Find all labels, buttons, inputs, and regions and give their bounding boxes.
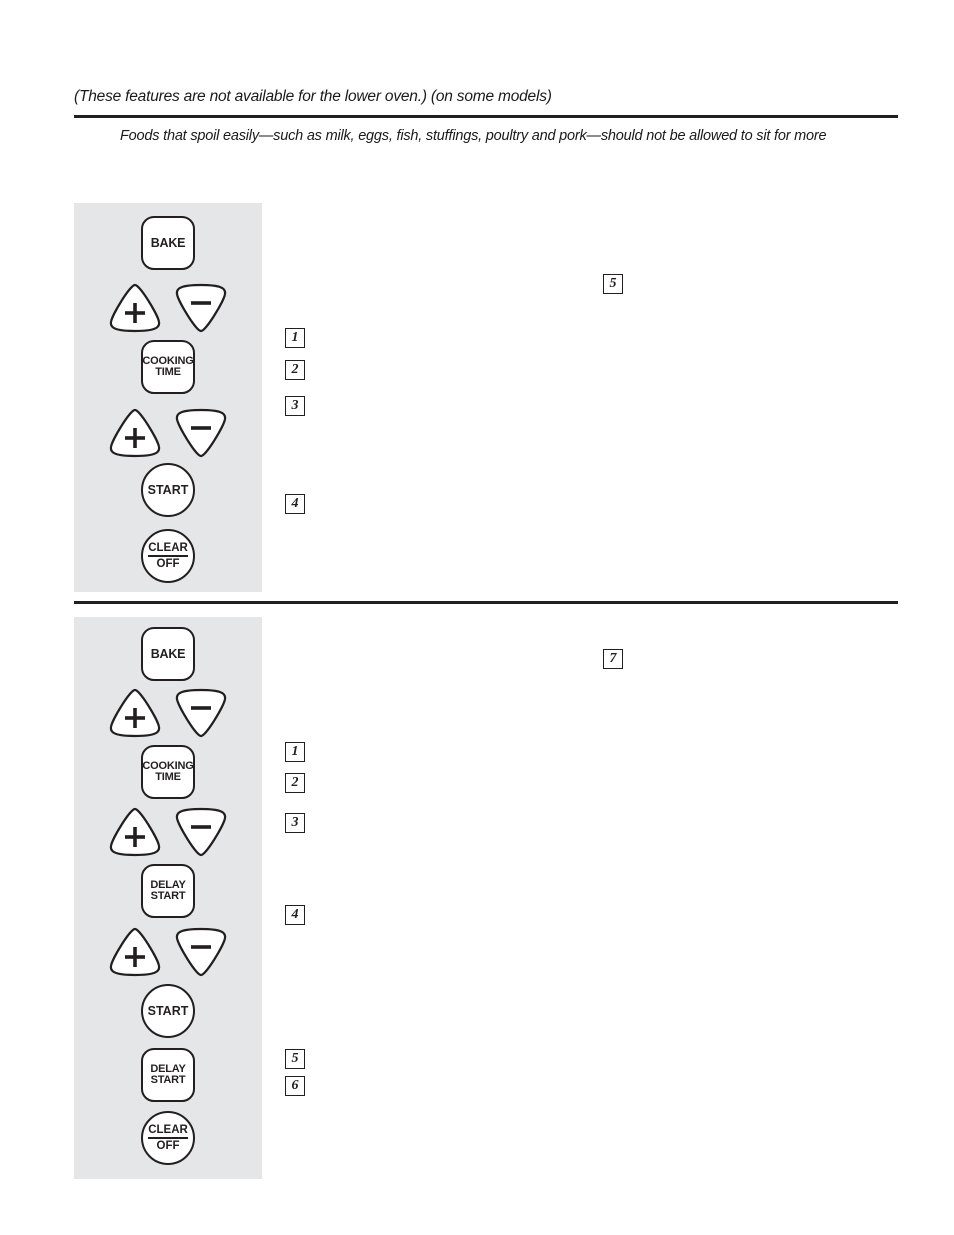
clear-off-key[interactable]: CLEAR OFF bbox=[141, 529, 195, 583]
delay-start-key-2-label: DELAY START bbox=[150, 1062, 186, 1086]
start-key-label: START bbox=[147, 1003, 189, 1018]
bake-key-label: BAKE bbox=[150, 646, 186, 661]
step-marker-6: 6 bbox=[285, 1076, 305, 1096]
delay-start-key-label: DELAY START bbox=[150, 878, 186, 902]
intro-paragraph: Foods that spoil easily—such as milk, eg… bbox=[120, 128, 827, 144]
plus-key-time[interactable] bbox=[107, 407, 163, 459]
step-marker-3: 3 bbox=[285, 813, 305, 833]
step-marker-3: 3 bbox=[285, 396, 305, 416]
plus-key-temp[interactable] bbox=[107, 282, 163, 334]
plus-key-time[interactable] bbox=[107, 806, 163, 858]
bake-key[interactable]: BAKE bbox=[141, 216, 195, 270]
step-marker-2: 2 bbox=[285, 773, 305, 793]
section-divider bbox=[74, 601, 898, 604]
start-key[interactable]: START bbox=[141, 463, 195, 517]
header-divider bbox=[74, 115, 898, 118]
start-key[interactable]: START bbox=[141, 984, 195, 1038]
step-marker-4: 4 bbox=[285, 494, 305, 514]
manual-page: (These features are not available for th… bbox=[0, 0, 954, 1235]
step-marker-1: 1 bbox=[285, 328, 305, 348]
plus-key-temp[interactable] bbox=[107, 687, 163, 739]
clear-off-key-label-bottom: OFF bbox=[156, 1139, 180, 1152]
plus-key-delay[interactable] bbox=[107, 926, 163, 978]
delay-start-key[interactable]: DELAY START bbox=[141, 864, 195, 918]
start-key-label: START bbox=[147, 482, 189, 497]
minus-key-temp[interactable] bbox=[173, 282, 229, 334]
delay-start-key-2[interactable]: DELAY START bbox=[141, 1048, 195, 1102]
minus-key-time[interactable] bbox=[173, 806, 229, 858]
minus-key-time[interactable] bbox=[173, 407, 229, 459]
bake-key[interactable]: BAKE bbox=[141, 627, 195, 681]
clear-off-key-label-top: CLEAR bbox=[148, 1124, 188, 1139]
step-marker-4: 4 bbox=[285, 905, 305, 925]
cooking-time-key-label: COOKING TIME bbox=[142, 759, 194, 783]
step-marker-2: 2 bbox=[285, 360, 305, 380]
bake-key-label: BAKE bbox=[150, 235, 186, 250]
step-marker-5: 5 bbox=[285, 1049, 305, 1069]
control-panel-illustration-cooking-time: BAKE COOKING TIME START CLEAR OFF bbox=[74, 203, 262, 592]
availability-note: (These features are not available for th… bbox=[74, 88, 552, 105]
clear-off-key-label-bottom: OFF bbox=[156, 557, 180, 570]
cooking-time-key[interactable]: COOKING TIME bbox=[141, 745, 195, 799]
control-panel-illustration-delay-start: BAKE COOKING TIME DELAY START START DELA… bbox=[74, 617, 262, 1179]
minus-key-delay[interactable] bbox=[173, 926, 229, 978]
step-marker-1: 1 bbox=[285, 742, 305, 762]
step-marker-5: 5 bbox=[603, 274, 623, 294]
clear-off-key[interactable]: CLEAR OFF bbox=[141, 1111, 195, 1165]
cooking-time-key-label: COOKING TIME bbox=[142, 354, 194, 378]
clear-off-key-label-top: CLEAR bbox=[148, 542, 188, 557]
cooking-time-key[interactable]: COOKING TIME bbox=[141, 340, 195, 394]
minus-key-temp[interactable] bbox=[173, 687, 229, 739]
step-marker-7: 7 bbox=[603, 649, 623, 669]
